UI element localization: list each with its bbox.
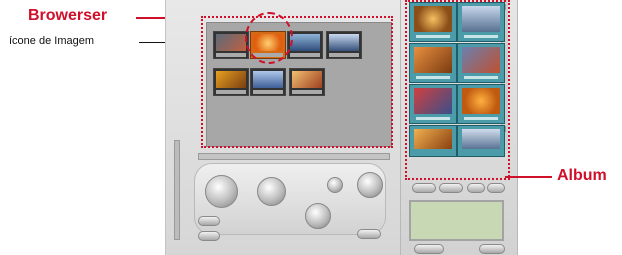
album-callout-label: Album	[557, 167, 607, 184]
album-pill-button[interactable]	[439, 183, 463, 193]
lcd-display	[409, 200, 504, 241]
small-pill-button[interactable]	[357, 229, 381, 239]
album-pill-button[interactable]	[479, 244, 505, 254]
playback-knob-button[interactable]	[327, 177, 343, 193]
image-icon-highlight-circle	[245, 12, 293, 64]
playback-knob-button[interactable]	[205, 175, 238, 208]
album-highlight-box	[405, 0, 510, 180]
progress-track[interactable]	[198, 153, 390, 160]
album-pill-button[interactable]	[412, 183, 436, 193]
image-icon-callout-label: ícone de Imagem	[9, 35, 94, 47]
small-pill-button[interactable]	[198, 216, 220, 226]
side-slider-track[interactable]	[174, 140, 180, 240]
album-pill-button[interactable]	[414, 244, 444, 254]
browser-callout-label: Browerser	[28, 7, 108, 24]
playback-knob-button[interactable]	[305, 203, 331, 229]
playback-knob-button[interactable]	[257, 177, 286, 206]
album-pill-button[interactable]	[467, 183, 485, 193]
album-pill-button[interactable]	[487, 183, 505, 193]
small-pill-button[interactable]	[198, 231, 220, 241]
album-callout-leader	[505, 176, 552, 178]
playback-knob-button[interactable]	[357, 172, 383, 198]
browser-highlight-box	[201, 16, 393, 148]
